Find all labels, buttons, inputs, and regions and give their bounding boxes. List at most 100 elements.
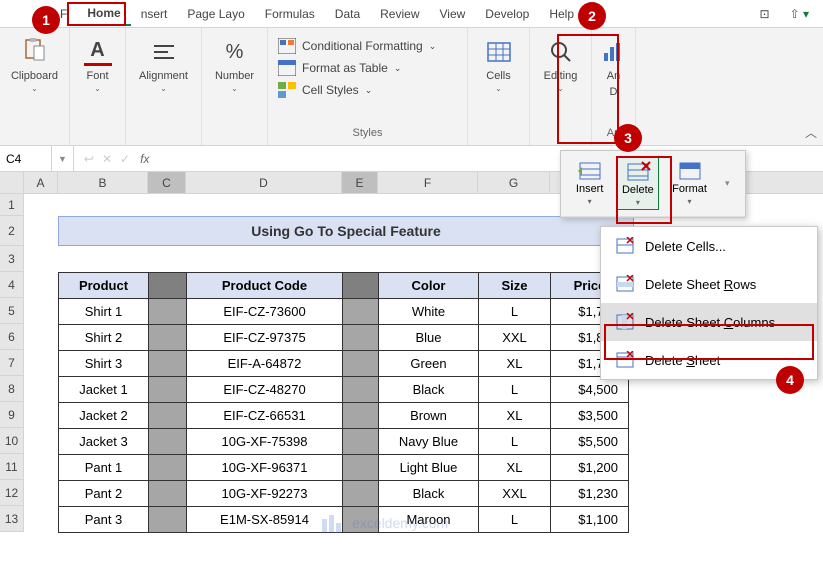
- cell-blank2[interactable]: [343, 429, 379, 455]
- clipboard-button[interactable]: Clipboard ⌄: [0, 32, 69, 99]
- format-button[interactable]: Format ▾: [668, 157, 711, 210]
- number-button[interactable]: % Number ⌄: [202, 32, 267, 99]
- name-box[interactable]: C4: [0, 146, 52, 171]
- cell-code[interactable]: EIF-CZ-48270: [187, 377, 343, 403]
- delete-button[interactable]: Delete ▾: [617, 157, 659, 210]
- editing-button[interactable]: Editing ⌄: [530, 32, 591, 99]
- cell-color[interactable]: Light Blue: [379, 455, 479, 481]
- tab-formulas[interactable]: Formulas: [255, 3, 325, 25]
- share-button[interactable]: ⇧ ▾: [784, 5, 815, 23]
- cell-code[interactable]: 10G-XF-96371: [187, 455, 343, 481]
- cell-product[interactable]: Jacket 2: [59, 403, 149, 429]
- cells-button[interactable]: Cells ⌄: [468, 32, 529, 99]
- cell-code[interactable]: EIF-CZ-73600: [187, 299, 343, 325]
- cell-code[interactable]: 10G-XF-92273: [187, 481, 343, 507]
- row-head[interactable]: 11: [0, 454, 24, 480]
- row-head[interactable]: 2: [0, 216, 24, 246]
- cell-product[interactable]: Jacket 1: [59, 377, 149, 403]
- cell-product[interactable]: Jacket 3: [59, 429, 149, 455]
- cell-price[interactable]: $1,200: [551, 455, 629, 481]
- row-head[interactable]: 6: [0, 324, 24, 350]
- cell-product[interactable]: Pant 1: [59, 455, 149, 481]
- title-cell[interactable]: Using Go To Special Feature: [58, 216, 634, 246]
- header-blank2[interactable]: [343, 273, 379, 299]
- delete-sheet-rows-item[interactable]: Delete Sheet Rows: [601, 265, 817, 303]
- row-head[interactable]: 4: [0, 272, 24, 298]
- cell-size[interactable]: XXL: [479, 481, 551, 507]
- row-head[interactable]: 3: [0, 246, 24, 272]
- cell-price[interactable]: $3,500: [551, 403, 629, 429]
- cell-color[interactable]: White: [379, 299, 479, 325]
- cell-blank2[interactable]: [343, 377, 379, 403]
- cell-blank2[interactable]: [343, 299, 379, 325]
- cell-blank2[interactable]: [343, 325, 379, 351]
- analyze-button[interactable]: An D: [592, 32, 635, 104]
- col-head-a[interactable]: A: [24, 172, 58, 193]
- cell-styles-button[interactable]: Cell Styles ⌄: [278, 82, 457, 98]
- cell-color[interactable]: Maroon: [379, 507, 479, 533]
- cell-size[interactable]: L: [479, 299, 551, 325]
- tab-page-layout[interactable]: Page Layo: [177, 3, 254, 25]
- tab-review[interactable]: Review: [370, 3, 429, 25]
- cell-blank1[interactable]: [149, 507, 187, 533]
- cell-size[interactable]: L: [479, 377, 551, 403]
- delete-cells-item[interactable]: Delete Cells...: [601, 227, 817, 265]
- cell-price[interactable]: $1,100: [551, 507, 629, 533]
- cell-price[interactable]: $5,500: [551, 429, 629, 455]
- cell-blank1[interactable]: [149, 429, 187, 455]
- delete-sheet-columns-item[interactable]: Delete Sheet Columns: [601, 303, 817, 341]
- tab-data[interactable]: Data: [325, 3, 370, 25]
- cell-blank2[interactable]: [343, 351, 379, 377]
- cell-color[interactable]: Black: [379, 481, 479, 507]
- row-head[interactable]: 8: [0, 376, 24, 402]
- cell-size[interactable]: XL: [479, 455, 551, 481]
- cell-code[interactable]: EIF-CZ-97375: [187, 325, 343, 351]
- insert-button[interactable]: Insert ▾: [572, 157, 608, 210]
- cell-price[interactable]: $4,500: [551, 377, 629, 403]
- cell-size[interactable]: L: [479, 507, 551, 533]
- row-head[interactable]: 9: [0, 402, 24, 428]
- cell-code[interactable]: EIF-CZ-66531: [187, 403, 343, 429]
- cell-code[interactable]: EIF-A-64872: [187, 351, 343, 377]
- cell-blank1[interactable]: [149, 403, 187, 429]
- col-head-e[interactable]: E: [342, 172, 378, 193]
- conditional-formatting-button[interactable]: Conditional Formatting ⌄: [278, 38, 457, 54]
- fx-label[interactable]: fx: [140, 152, 149, 166]
- row-head[interactable]: 7: [0, 350, 24, 376]
- cell-blank2[interactable]: [343, 455, 379, 481]
- cell-size[interactable]: XXL: [479, 325, 551, 351]
- cell-size[interactable]: L: [479, 429, 551, 455]
- cell-blank2[interactable]: [343, 507, 379, 533]
- header-blank1[interactable]: [149, 273, 187, 299]
- row-head[interactable]: 12: [0, 480, 24, 506]
- cell-blank1[interactable]: [149, 325, 187, 351]
- cell-color[interactable]: Navy Blue: [379, 429, 479, 455]
- cell-blank2[interactable]: [343, 481, 379, 507]
- header-product[interactable]: Product: [59, 273, 149, 299]
- row-head[interactable]: 13: [0, 506, 24, 532]
- row-head[interactable]: 5: [0, 298, 24, 324]
- alignment-button[interactable]: Alignment ⌄: [126, 32, 201, 99]
- header-size[interactable]: Size: [479, 273, 551, 299]
- row-head[interactable]: 1: [0, 194, 24, 216]
- format-as-table-button[interactable]: Format as Table ⌄: [278, 60, 457, 76]
- header-color[interactable]: Color: [379, 273, 479, 299]
- comments-button[interactable]: ⊡: [754, 5, 776, 23]
- col-head-g[interactable]: G: [478, 172, 550, 193]
- cell-product[interactable]: Shirt 3: [59, 351, 149, 377]
- cell-code[interactable]: 10G-XF-75398: [187, 429, 343, 455]
- cell-product[interactable]: Pant 2: [59, 481, 149, 507]
- col-head-b[interactable]: B: [58, 172, 148, 193]
- col-head-c[interactable]: C: [148, 172, 186, 193]
- cell-code[interactable]: E1M-SX-85914: [187, 507, 343, 533]
- cell-blank1[interactable]: [149, 351, 187, 377]
- cell-blank1[interactable]: [149, 481, 187, 507]
- col-head-d[interactable]: D: [186, 172, 342, 193]
- cell-price[interactable]: $1,230: [551, 481, 629, 507]
- cell-color[interactable]: Blue: [379, 325, 479, 351]
- cell-size[interactable]: XL: [479, 351, 551, 377]
- tab-insert[interactable]: nsert: [131, 3, 178, 25]
- row-head[interactable]: 10: [0, 428, 24, 454]
- cell-product[interactable]: Shirt 1: [59, 299, 149, 325]
- cell-blank1[interactable]: [149, 377, 187, 403]
